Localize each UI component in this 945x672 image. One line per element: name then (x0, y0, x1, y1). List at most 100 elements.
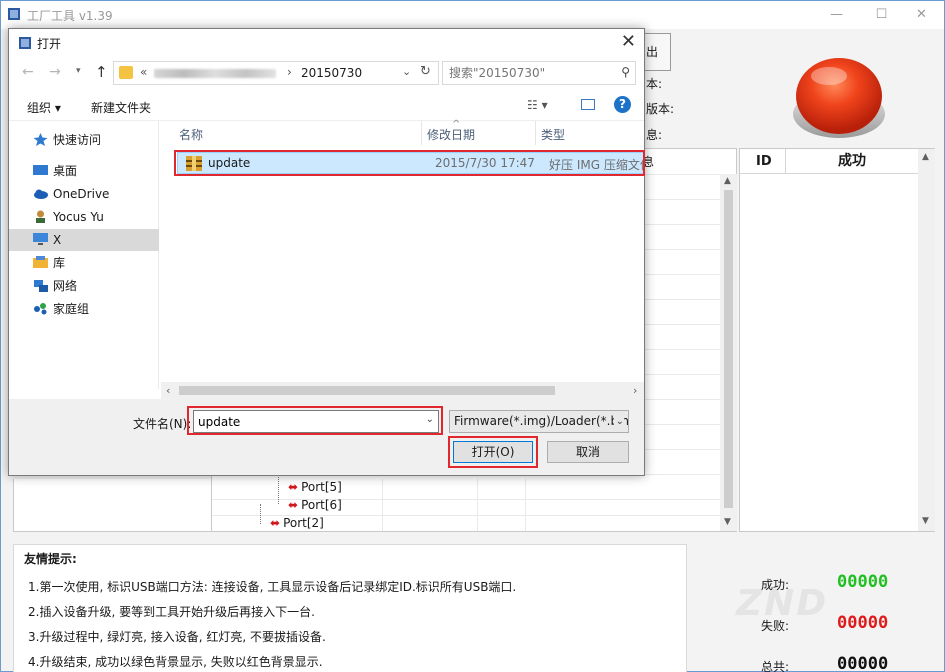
success-count: 00000 (837, 572, 889, 592)
dialog-title: 打开 (37, 37, 62, 51)
info-label-2: 版本: (646, 102, 675, 116)
app-icon (8, 8, 20, 20)
navigation-pane[interactable]: 快速访问 桌面 OneDrive Yocus Yu X 库 网络 家庭组 (9, 121, 159, 389)
scroll-down-icon[interactable]: ▼ (922, 516, 929, 526)
network-icon (34, 280, 48, 292)
nav-item-desktop[interactable]: 桌面 (9, 160, 159, 182)
success-count-label: 成功: (761, 578, 790, 592)
blurred-path-segment (154, 69, 276, 78)
scroll-down-icon[interactable]: ▼ (724, 517, 731, 527)
chevron-down-icon[interactable]: ⌄ (402, 65, 411, 78)
port-item[interactable]: ⬌ Port[6] (288, 498, 342, 512)
recent-locations-icon[interactable]: ▾ (76, 66, 81, 76)
minimize-icon[interactable]: — (814, 1, 859, 29)
tips-title: 友情提示: (24, 552, 77, 566)
nav-item-user[interactable]: Yocus Yu (9, 206, 159, 228)
computer-icon (33, 233, 48, 245)
close-window-icon[interactable]: ✕ (899, 1, 944, 29)
close-icon[interactable]: ✕ (621, 31, 636, 52)
address-bar[interactable]: « › 20150730 ⌄ ↻ (113, 61, 439, 85)
result-vertical-scrollbar[interactable]: ▲ ▼ (918, 149, 935, 531)
tip-item: 4.升级结束, 成功以绿色背景显示, 失败以红色背景显示. (28, 655, 323, 669)
left-tree-panel (13, 479, 211, 532)
highlight-file-row (174, 150, 645, 176)
back-arrow-icon[interactable]: ← (22, 64, 34, 80)
usb-icon: ⬌ (270, 516, 281, 530)
address-path-current[interactable]: 20150730 (301, 66, 362, 80)
forward-arrow-icon[interactable]: → (49, 64, 61, 80)
chevron-down-icon[interactable]: ⌄ (613, 411, 624, 432)
help-icon[interactable]: ? (614, 96, 631, 113)
tip-item: 1.第一次使用, 标识USB端口方法: 连接设备, 工具显示设备后记录绑定ID.… (28, 580, 517, 594)
column-success[interactable]: 成功 (786, 149, 918, 174)
port-item[interactable]: ⬌ Port[2] (270, 516, 324, 530)
star-icon (33, 133, 48, 146)
refresh-icon[interactable]: ↻ (420, 64, 431, 79)
app-icon (19, 37, 31, 49)
tip-item: 3.升级过程中, 绿灯亮, 接入设备, 红灯亮, 不要拔插设备. (28, 630, 326, 644)
scroll-left-icon[interactable]: ‹ (166, 384, 170, 397)
search-input[interactable] (449, 65, 609, 81)
onedrive-cloud-icon (34, 189, 48, 199)
user-icon (36, 210, 45, 223)
highlight-filename (187, 406, 443, 435)
column-name[interactable]: 名称 (179, 126, 203, 143)
main-window-title: 工厂工具 v1.39 (27, 9, 113, 23)
file-list-header: ^ 名称 修改日期 类型 (169, 119, 644, 145)
desktop-icon (33, 165, 48, 175)
filetype-select[interactable]: Firmware(*.img)/Loader(*.bin) ⌄ (449, 410, 629, 433)
dialog-bottom-bar: 文件名(N): ⌄ Firmware(*.img)/Loader(*.bin) … (9, 399, 644, 475)
horizontal-scrollbar[interactable]: ‹ › (161, 382, 644, 399)
column-id[interactable]: ID (740, 149, 786, 174)
scroll-right-icon[interactable]: › (633, 384, 637, 397)
view-options-icon[interactable]: ☷ ▾ (527, 98, 548, 112)
nav-item-quick-access[interactable]: 快速访问 (9, 129, 159, 151)
chevron-right-icon[interactable]: › (287, 65, 292, 79)
total-count-label: 总共: (761, 660, 790, 672)
scroll-up-icon[interactable]: ▲ (724, 176, 731, 186)
column-type[interactable]: 类型 (541, 126, 565, 143)
info-label-1: 本: (646, 77, 663, 91)
dialog-titlebar: 打开 ✕ (9, 29, 644, 57)
maximize-icon[interactable]: ☐ (859, 1, 904, 29)
scroll-thumb[interactable] (179, 386, 555, 395)
top-action-button[interactable]: 出 (641, 33, 671, 71)
organize-menu-button[interactable]: 组织 ▾ (27, 99, 61, 116)
tips-panel: 友情提示: 1.第一次使用, 标识USB端口方法: 连接设备, 工具显示设备后记… (13, 544, 687, 672)
dialog-toolbar: 组织 ▾ 新建文件夹 ☷ ▾ ? (9, 91, 644, 121)
nav-item-onedrive[interactable]: OneDrive (9, 183, 159, 205)
info-label-3: 息: (646, 128, 663, 142)
result-table-header: ID 成功 (740, 149, 918, 174)
homegroup-icon (34, 303, 47, 315)
main-titlebar: 工厂工具 v1.39 — ☐ ✕ (1, 1, 944, 29)
usb-icon: ⬌ (288, 498, 299, 512)
cancel-button[interactable]: 取消 (547, 441, 629, 463)
tip-item: 2.插入设备升级, 要等到工具开始升级后再接入下一台. (28, 605, 315, 619)
grid-vertical-scrollbar[interactable]: ▲ ▼ (720, 174, 737, 531)
fail-count-label: 失败: (761, 619, 790, 633)
nav-item-network[interactable]: 网络 (9, 275, 159, 297)
filename-label: 文件名(N): (133, 417, 192, 431)
total-count: 00000 (837, 654, 889, 672)
fail-count: 00000 (837, 613, 889, 633)
open-file-dialog: 打开 ✕ ← → ▾ ↑ « › 20150730 ⌄ ↻ ⚲ 组织 ▾ 新建文… (8, 28, 645, 476)
usb-icon: ⬌ (288, 480, 299, 494)
nav-item-libraries[interactable]: 库 (9, 252, 159, 274)
search-icon[interactable]: ⚲ (621, 65, 630, 79)
nav-item-homegroup[interactable]: 家庭组 (9, 298, 159, 320)
library-icon (33, 256, 48, 268)
up-arrow-icon[interactable]: ↑ (95, 63, 108, 81)
preview-pane-icon[interactable] (581, 99, 595, 110)
nav-item-computer[interactable]: X (9, 229, 159, 251)
scroll-up-icon[interactable]: ▲ (922, 152, 929, 162)
upgrade-start-button[interactable] (789, 46, 889, 146)
port-item[interactable]: ⬌ Port[5] (288, 480, 342, 494)
scroll-thumb[interactable] (724, 190, 733, 508)
address-overflow[interactable]: « (140, 65, 147, 79)
new-folder-button[interactable]: 新建文件夹 (91, 99, 151, 116)
search-box[interactable]: ⚲ (442, 61, 636, 85)
folder-icon (119, 66, 133, 79)
highlight-open-button (448, 436, 538, 468)
result-table[interactable]: ID 成功 ▲ ▼ (739, 148, 935, 532)
column-modified[interactable]: 修改日期 (427, 126, 475, 143)
